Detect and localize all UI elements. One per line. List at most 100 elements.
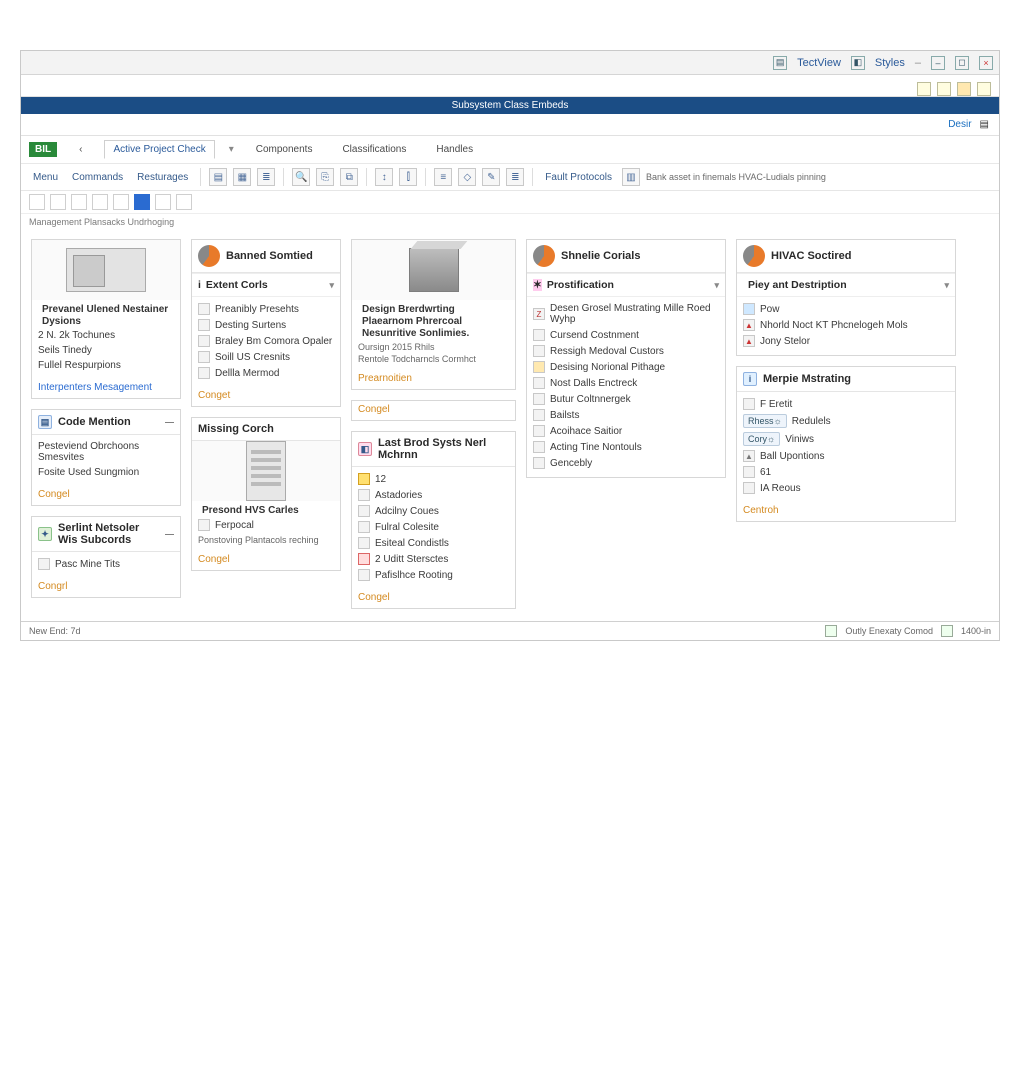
- ir-5[interactable]: [113, 194, 129, 210]
- tool-copy-icon[interactable]: ⧉: [340, 168, 358, 186]
- minimize-button[interactable]: –: [931, 56, 945, 70]
- quick-icon-2[interactable]: [937, 82, 951, 96]
- list-item[interactable]: Ressigh Medoval Custors: [533, 343, 719, 359]
- tab-components[interactable]: Components: [248, 141, 321, 158]
- list-item[interactable]: 12: [358, 471, 509, 487]
- tool-align-icon[interactable]: ≡: [434, 168, 452, 186]
- card-header[interactable]: Banned Somtied: [192, 240, 340, 273]
- list-item[interactable]: Butur Coltnnergek: [533, 391, 719, 407]
- breadcrumb-icon[interactable]: ▤: [980, 119, 989, 130]
- maximize-button[interactable]: ◻: [955, 56, 969, 70]
- list-item[interactable]: Pow: [743, 301, 949, 317]
- tool-filter-icon[interactable]: ⫿: [399, 168, 417, 186]
- tab-active-project[interactable]: Active Project Check: [104, 140, 214, 159]
- list-item[interactable]: Soill US Cresnits: [198, 349, 334, 365]
- card-header[interactable]: Shnelie Corials: [527, 240, 725, 273]
- list-item[interactable]: Ferpocal: [198, 517, 334, 533]
- doc-icon[interactable]: ▤: [773, 56, 787, 70]
- tool-paste-icon[interactable]: ⎘: [316, 168, 334, 186]
- list-item[interactable]: Pesteviend Obrchoons Smesvites: [38, 439, 174, 465]
- list-item[interactable]: Adcilny Coues: [358, 503, 509, 519]
- ir-1[interactable]: [29, 194, 45, 210]
- tool-link-icon[interactable]: ✎: [482, 168, 500, 186]
- list-item[interactable]: ▲Ball Upontions: [743, 448, 949, 464]
- close-button[interactable]: ×: [979, 56, 993, 70]
- card-footer-link[interactable]: Interpenters Mesagement: [32, 379, 180, 398]
- tool-more-icon[interactable]: ≣: [506, 168, 524, 186]
- ir-7[interactable]: [155, 194, 171, 210]
- palette-icon[interactable]: ◧: [851, 56, 865, 70]
- ir-2[interactable]: [50, 194, 66, 210]
- list-item[interactable]: 61: [743, 464, 949, 480]
- ir-3[interactable]: [71, 194, 87, 210]
- tab-handles[interactable]: Handles: [428, 141, 481, 158]
- list-item[interactable]: F Eretit: [743, 396, 949, 412]
- list-item[interactable]: Esiteal Condistls: [358, 535, 509, 551]
- card-header[interactable]: HIVAC Soctired: [737, 240, 955, 273]
- app-badge[interactable]: BIL: [29, 142, 57, 157]
- card-subheader[interactable]: Piey ant Destription ▾: [737, 273, 955, 297]
- list-item[interactable]: Nost Dalls Enctreck: [533, 375, 719, 391]
- card-footer-link[interactable]: Centroh: [737, 502, 955, 521]
- tool-grid-icon[interactable]: ▦: [233, 168, 251, 186]
- card-footer-link[interactable]: Congel: [192, 551, 340, 570]
- quick-icon-1[interactable]: [917, 82, 931, 96]
- list-item[interactable]: Fullel Respurpions: [38, 358, 174, 373]
- card-footer-link[interactable]: Conget: [192, 387, 340, 406]
- card-header[interactable]: ✦ Serlint Netsoler Wis Subcords —: [32, 517, 180, 552]
- back-button[interactable]: ‹: [71, 141, 90, 158]
- list-item[interactable]: Desising Norional Pithage: [533, 359, 719, 375]
- tool-list-icon[interactable]: ≣: [257, 168, 275, 186]
- list-item[interactable]: Braley Bm Comora Opaler: [198, 333, 334, 349]
- toolbar-fault-label[interactable]: Fault Protocols: [541, 172, 616, 183]
- tool-sort-icon[interactable]: ↕: [375, 168, 393, 186]
- list-item[interactable]: Dellla Mermod: [198, 365, 334, 381]
- card-footer-link[interactable]: Congel: [32, 486, 180, 505]
- list-item[interactable]: ZDesen Grosel Mustrating Mille Roed Wyhp: [533, 301, 719, 327]
- zoom-icon[interactable]: [941, 625, 953, 637]
- tool-book-icon[interactable]: ▥: [622, 168, 640, 186]
- list-item[interactable]: Gencebly: [533, 455, 719, 471]
- list-item[interactable]: Pafislhce Rooting: [358, 567, 509, 583]
- list-item[interactable]: Rhess☼Redulels: [743, 412, 949, 430]
- card-header[interactable]: i Merpie Mstrating: [737, 367, 955, 392]
- list-item[interactable]: Acting Tine Nontouls: [533, 439, 719, 455]
- list-item[interactable]: Astadories: [358, 487, 509, 503]
- ir-6-active[interactable]: [134, 194, 150, 210]
- list-item[interactable]: Cursend Costnment: [533, 327, 719, 343]
- product-sub2: Rentole Todcharncls Cormhct: [358, 354, 509, 364]
- list-item[interactable]: ▲Nhorld Noct KT Phcnelogeh Mols: [743, 317, 949, 333]
- list-item[interactable]: 2 Uditt Stersctes: [358, 551, 509, 567]
- list-item[interactable]: Cory☼Viniws: [743, 430, 949, 448]
- pill-button[interactable]: Cory☼: [743, 432, 780, 446]
- ir-8[interactable]: [176, 194, 192, 210]
- tool-doc-icon[interactable]: ▤: [209, 168, 227, 186]
- card-subheader[interactable]: i Extent Corls ▾: [192, 273, 340, 297]
- list-item[interactable]: IA Reous: [743, 480, 949, 496]
- ir-4[interactable]: [92, 194, 108, 210]
- card-header[interactable]: ▤ Code Mention —: [32, 410, 180, 435]
- list-item[interactable]: Desting Surtens: [198, 317, 334, 333]
- list-item[interactable]: Fosite Used Sungmion: [38, 465, 174, 480]
- card-footer-link[interactable]: Congel: [352, 589, 515, 608]
- pill-button[interactable]: Rhess☼: [743, 414, 787, 428]
- list-item[interactable]: Seils Tinedy: [38, 343, 174, 358]
- card-footer-link[interactable]: Congel: [352, 401, 515, 420]
- card-subheader[interactable]: ✶ Prostification ▾: [527, 273, 725, 297]
- list-item[interactable]: Bailsts: [533, 407, 719, 423]
- card-header[interactable]: ◧ Last Brod Systs Nerl Mchrnn: [352, 432, 515, 467]
- list-item[interactable]: Preanibly Presehts: [198, 301, 334, 317]
- tool-search-icon[interactable]: 🔍: [292, 168, 310, 186]
- tool-tag-icon[interactable]: ◇: [458, 168, 476, 186]
- list-item[interactable]: ▲Jony Stelor: [743, 333, 949, 349]
- card-footer-link[interactable]: Prearnoitien: [352, 370, 515, 389]
- quick-icon-4[interactable]: [977, 82, 991, 96]
- tab-classifications[interactable]: Classifications: [334, 141, 414, 158]
- card-footer-link[interactable]: Congrl: [32, 578, 180, 597]
- list-item[interactable]: 2 N. 2k Tochunes: [38, 328, 174, 343]
- list-item[interactable]: Fulral Colesite: [358, 519, 509, 535]
- list-item[interactable]: Acoihace Saitior: [533, 423, 719, 439]
- quick-icon-3[interactable]: [957, 82, 971, 96]
- list-item[interactable]: Pasc Mine Tits: [38, 556, 174, 572]
- breadcrumb-link[interactable]: Desir: [948, 119, 971, 130]
